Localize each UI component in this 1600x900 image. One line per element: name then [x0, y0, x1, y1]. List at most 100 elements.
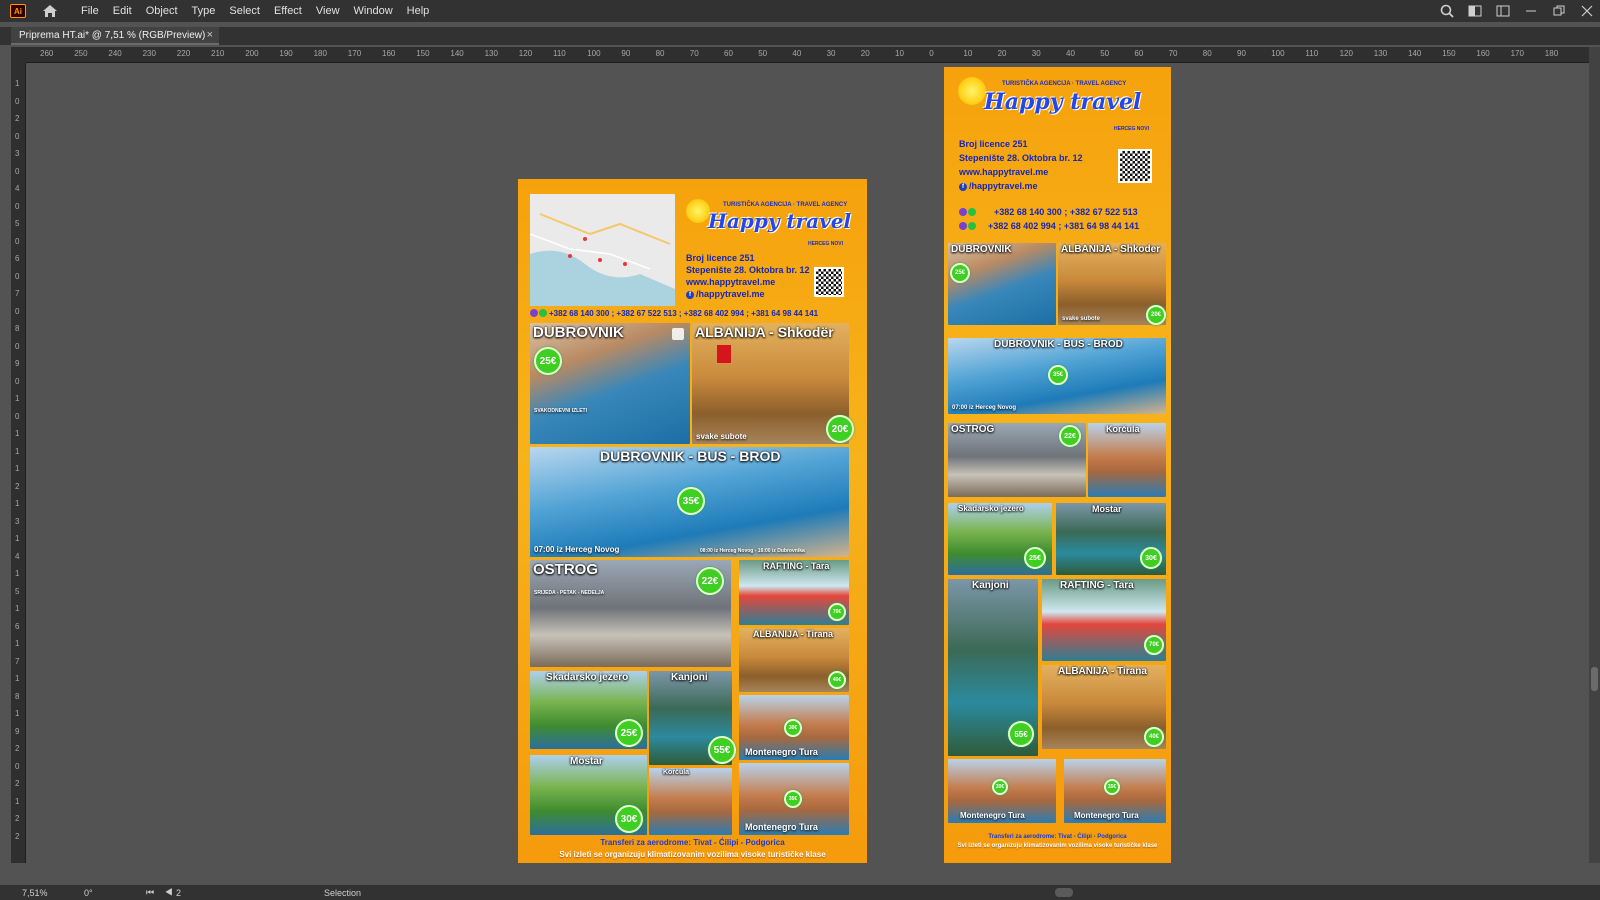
menu-select[interactable]: Select	[222, 5, 267, 17]
price-ostrog: 22€	[696, 567, 724, 595]
price-skadar: 25€	[615, 719, 643, 747]
tile-rafting-label: RAFTING - Tara	[763, 561, 830, 571]
ruler-tick-label: 1	[15, 464, 20, 473]
workspace-icon[interactable]	[1468, 4, 1482, 18]
vertical-ruler[interactable]: 1 0 2 0 3 0 4 0 5 0 6 0 7 0 8 0 9 0 1 0 1 1 1 2 1 3 1 4 1 5 1 6 1 7 1 8 1 9 2 0…	[11, 63, 26, 863]
menu-window[interactable]: Window	[347, 5, 400, 17]
phone-icons	[530, 309, 547, 317]
ruler-origin[interactable]	[11, 47, 26, 63]
sun-logo-icon	[958, 77, 986, 105]
menu-bar: Ai File Edit Object Type Select Effect V…	[0, 0, 1600, 22]
zoom-level-field[interactable]: 7,51%	[16, 888, 54, 898]
ruler-tick-label: 0	[15, 201, 20, 211]
ruler-tick-label: 10	[963, 49, 973, 58]
ruler-tick-label: 1	[15, 796, 20, 806]
arrange-documents-icon[interactable]	[1496, 4, 1510, 18]
ruler-tick-label: 40	[792, 49, 802, 58]
licence-text: Broj licence 251	[686, 253, 755, 263]
price-kanjoni: 55€	[1008, 721, 1034, 747]
ruler-tick-label: 110	[1305, 49, 1319, 58]
vertical-scrollbar[interactable]	[1589, 47, 1600, 863]
document-tab-bar: Priprema HT.ai* @ 7,51 % (RGB/Preview) ×	[0, 27, 1600, 45]
ruler-tick-label: 140	[1408, 49, 1422, 58]
price-dubrovnik: 25€	[950, 263, 970, 283]
artboard-canvas[interactable]: TURISTIČKA AGENCIJA · TRAVEL AGENCY Happ…	[26, 63, 1589, 863]
horizontal-ruler[interactable]: 260 250 240 230 220 210 200 190 180 170 160 150 140 1…	[26, 47, 1589, 63]
website-text: www.happytravel.me	[686, 277, 776, 287]
whatsapp-icon	[968, 222, 976, 230]
ruler-tick-label: 170	[347, 49, 362, 58]
ruler-tick-label: 120	[1339, 49, 1353, 58]
search-icon[interactable]	[1440, 4, 1454, 18]
ruler-tick-label: 40	[1066, 49, 1075, 58]
close-window-icon[interactable]	[1580, 4, 1594, 18]
vertical-scroll-thumb[interactable]	[1591, 667, 1598, 691]
home-icon[interactable]	[42, 4, 58, 18]
horizontal-scroll-thumb[interactable]	[1055, 888, 1073, 897]
ruler-tick-label: 170	[1510, 49, 1524, 58]
ruler-tick-label: 2	[15, 481, 20, 491]
phone-numbers-1: +382 68 140 300 ; +382 67 522 513	[994, 207, 1138, 217]
artboard-poster-narrow[interactable]: TURISTIČKA AGENCIJA · TRAVEL AGENCY Happ…	[944, 67, 1171, 863]
ruler-tick-label: 90	[621, 49, 631, 58]
price-mostar: 30€	[1140, 547, 1162, 569]
albania-flag-icon	[717, 345, 731, 363]
artboard-number-field[interactable]: 2	[170, 888, 187, 898]
main-menu: File Edit Object Type Select Effect View…	[74, 5, 436, 17]
ruler-tick-label: 2	[15, 779, 20, 788]
ruler-tick-label: 0	[15, 131, 20, 141]
ruler-tick-label: 60	[1134, 49, 1144, 58]
price-shkoder: 20€	[1146, 305, 1166, 325]
ruler-tick-label: 0	[15, 306, 20, 316]
tile-skadar-label: Skadarsko jezero	[546, 672, 629, 683]
restore-icon[interactable]	[1552, 4, 1566, 18]
tile-busbrod-sub: 07:00 iz Herceg Novog	[952, 405, 1017, 411]
price-ostrog: 22€	[1059, 425, 1081, 447]
ruler-tick-label: 90	[1237, 49, 1246, 58]
tile-korcula: Korčula	[649, 768, 732, 835]
ruler-tick-label: 160	[1476, 49, 1490, 58]
facebook-row: f/happytravel.me	[959, 181, 1038, 191]
ruler-tick-label: 230	[142, 49, 156, 58]
ruler-tick-label: 1	[15, 604, 20, 613]
window-controls	[1440, 0, 1594, 22]
minimize-icon[interactable]	[1524, 4, 1538, 18]
tile-korcula-label: Korčula	[1106, 424, 1140, 434]
menu-edit[interactable]: Edit	[106, 5, 139, 17]
ruler-tick-label: 4	[15, 551, 20, 561]
facebook-text: /happytravel.me	[969, 181, 1038, 191]
viber-icon	[959, 222, 967, 230]
ruler-tick-label: 0	[15, 271, 20, 281]
artboard-poster-wide[interactable]: TURISTIČKA AGENCIJA · TRAVEL AGENCY Happ…	[518, 179, 867, 863]
footer-transfer: Transferi za aerodrome: Tivat - Ćilipi -…	[600, 838, 785, 847]
bus-icon	[672, 328, 684, 340]
menu-help[interactable]: Help	[400, 5, 437, 17]
ruler-tick-label: 1	[15, 674, 20, 683]
price-montenegro1: 30€	[784, 719, 802, 737]
tile-ostrog-label: OSTROG	[951, 424, 995, 435]
qr-code	[814, 267, 844, 297]
ruler-tick-label: 180	[1544, 49, 1559, 58]
close-tab-icon[interactable]: ×	[207, 29, 213, 41]
tile-dubrovnik-note: SVAKODNEVNI IZLETI	[534, 408, 587, 414]
ruler-tick-label: 120	[518, 49, 533, 58]
ruler-tick-label: 8	[15, 324, 20, 333]
rotation-field[interactable]: 0°	[78, 888, 99, 898]
document-tab[interactable]: Priprema HT.ai* @ 7,51 % (RGB/Preview) ×	[11, 27, 219, 45]
price-tirana: 40€	[828, 671, 846, 689]
ruler-tick-label: 0	[929, 49, 934, 58]
tile-mostar-label: Mostar	[570, 756, 603, 767]
ruler-tick-label: 0	[15, 236, 20, 246]
menu-type[interactable]: Type	[185, 5, 223, 17]
menu-file[interactable]: File	[74, 5, 106, 17]
menu-effect[interactable]: Effect	[267, 5, 309, 17]
price-rafting: 70€	[1144, 635, 1164, 655]
menu-view[interactable]: View	[309, 5, 347, 17]
ruler-tick-label: 260	[40, 49, 54, 58]
ruler-tick-label: 30	[1031, 49, 1041, 58]
website-text: www.happytravel.me	[959, 167, 1049, 177]
ruler-tick-label: 7	[15, 656, 20, 666]
price-montenegro2: 35€	[784, 790, 802, 808]
menu-object[interactable]: Object	[139, 5, 185, 17]
ruler-tick-label: 2	[15, 114, 20, 123]
